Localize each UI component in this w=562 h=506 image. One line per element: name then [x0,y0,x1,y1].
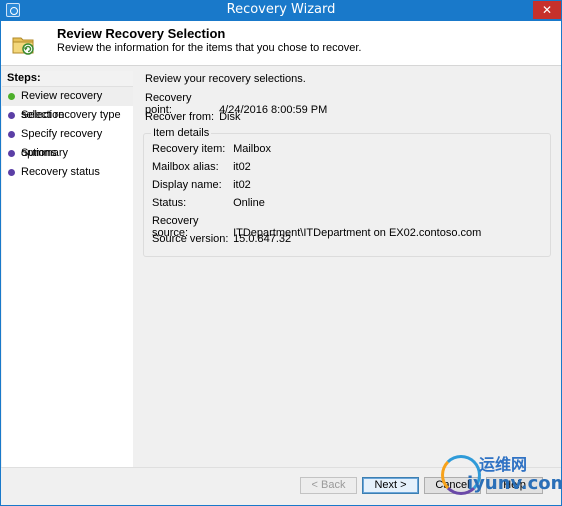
recover-from-row: Recover from: Disk [145,111,240,123]
next-button[interactable]: Next > [362,477,419,494]
page-subtitle: Review the information for the items tha… [57,42,362,54]
recovery-wizard-window: Recovery Wizard ✕ Review Recovery Select… [0,0,562,506]
window-title: Recovery Wizard [226,2,336,17]
step-review-recovery-selection[interactable]: Review recovery selection [2,87,133,121]
detail-value: it02 [233,161,251,173]
recover-from-label: Recover from: [145,111,215,123]
detail-row: Mailbox alias: it02 [152,161,251,173]
close-button[interactable]: ✕ [533,1,561,19]
recover-from-value: Disk [219,111,241,123]
detail-label: Display name: [152,179,222,191]
step-bullet-icon [8,131,15,138]
main-content: Review your recovery selections. Recover… [136,71,560,467]
watermark-logo: 运维网 iyunv.com [441,449,562,499]
detail-value: it02 [233,179,251,191]
intro-text: Review your recovery selections. [145,73,306,85]
step-bullet-icon [8,169,15,176]
detail-row: Display name: it02 [152,179,251,191]
step-recovery-status[interactable]: Recovery status [2,163,133,182]
item-details-group: Item details Recovery item: Mailbox Mail… [143,127,551,257]
detail-value: 15.0.847.32 [233,233,292,245]
step-label: Summary [21,147,69,159]
detail-label: Status: [152,197,187,209]
detail-label: Recovery item: [152,143,226,155]
steps-pane: Steps: Review recovery selection Select … [2,71,133,467]
steps-title: Steps: [2,71,133,87]
step-active-icon [8,93,15,100]
watermark-en-text: iyunv.com [467,473,562,494]
item-details-title: Item details [151,127,212,139]
step-bullet-icon [8,112,15,119]
step-bullet-icon [8,150,15,157]
step-select-recovery-type[interactable]: Select recovery type [2,106,133,125]
detail-row: Recovery item: Mailbox [152,143,271,155]
detail-label: Source version: [152,233,229,245]
step-label: Select recovery type [21,109,121,121]
watermark-cn-text: 运维网 [479,455,528,474]
detail-row: Status: Online [152,197,265,209]
detail-label: Mailbox alias: [152,161,219,173]
page-title: Review Recovery Selection [57,26,226,41]
back-button[interactable]: < Back [300,477,357,494]
step-label: Recovery status [21,166,100,178]
recovery-wizard-icon [12,37,34,55]
step-summary[interactable]: Summary [2,144,133,163]
detail-value: Mailbox [233,143,271,155]
step-specify-recovery-options[interactable]: Specify recovery options [2,125,133,159]
detail-value: Online [233,197,265,209]
wizard-header: Review Recovery Selection Review the inf… [1,21,561,66]
title-bar[interactable]: Recovery Wizard ✕ [1,1,561,21]
detail-row: Source version: 15.0.847.32 [152,233,291,245]
